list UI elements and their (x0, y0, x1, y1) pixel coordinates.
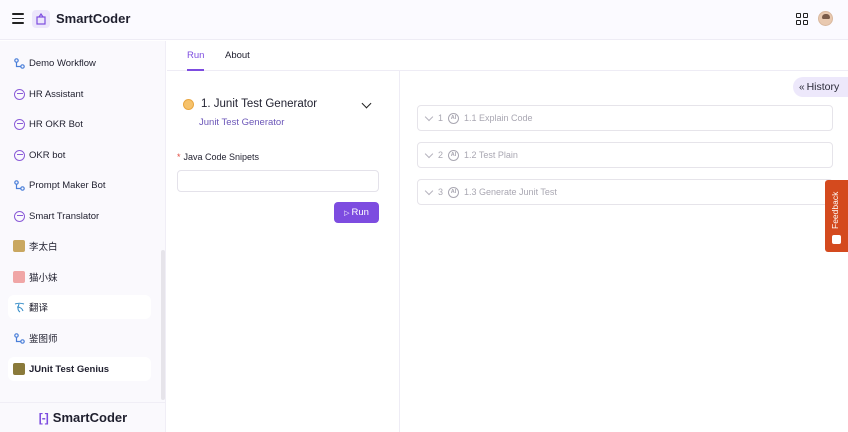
workflow-icon (13, 179, 25, 191)
ai-icon: AI (448, 112, 460, 124)
sidebar-item-label: 李太白 (29, 242, 58, 253)
step-label: 1.2 Test Plain (464, 150, 518, 160)
top-bar: SmartCoder (0, 0, 848, 40)
translate-icon (13, 301, 25, 313)
sidebar-item-label: 猫小妹 (29, 273, 58, 284)
workflow-icon (13, 332, 25, 344)
feedback-icon (832, 235, 841, 244)
java-code-input[interactable] (177, 170, 379, 192)
sidebar-item-label: HR OKR Bot (29, 118, 83, 130)
sidebar-item-label: Prompt Maker Bot (29, 179, 106, 191)
java-code-field-label: * Java Code Snipets (177, 152, 260, 162)
step-label: 1.1 Explain Code (464, 113, 533, 123)
workflow-subtitle: Junit Test Generator (199, 117, 285, 128)
required-mark: * (177, 152, 181, 162)
chat-bot-icon (13, 210, 25, 222)
workflow-input-panel: 1. Junit Test Generator Junit Test Gener… (167, 71, 400, 432)
sidebar-item-label: 鉴图师 (29, 334, 58, 345)
sidebar-item-demo-workflow[interactable]: Demo Workflow (8, 51, 151, 75)
brand-mark-icon: [-] (38, 410, 49, 425)
sidebar-item-junit-test-genius[interactable]: JUnit Test Genius (8, 357, 151, 381)
chevron-down-icon (424, 186, 434, 195)
ai-icon: AI (448, 149, 460, 161)
tab-about[interactable]: About (225, 50, 250, 61)
sidebar-item-label: 翻译 (29, 303, 49, 314)
feedback-tab[interactable]: Feedback (825, 180, 848, 252)
sidebar-item-label: JUnit Test Genius (29, 363, 110, 375)
run-button[interactable]: ▷ Run (334, 202, 379, 223)
app-brand: SmartCoder (56, 11, 131, 26)
sidebar-item-hr-assistant[interactable]: HR Assistant (8, 82, 151, 106)
step-item[interactable]: 1 AI 1.1 Explain Code (417, 105, 833, 131)
workflow-icon (13, 57, 25, 69)
sidebar-item-label: Smart Translator (29, 210, 100, 222)
step-label: 1.3 Generate Junit Test (464, 187, 557, 197)
footer-brand: SmartCoder (52, 410, 128, 425)
chevron-down-icon[interactable] (361, 98, 372, 109)
double-chevron-left-icon: « (799, 81, 805, 93)
sidebar-item-okr-bot[interactable]: OKR bot (8, 143, 151, 167)
menu-icon[interactable] (12, 13, 24, 25)
chevron-down-icon (424, 112, 434, 121)
play-icon: ▷ (344, 209, 350, 217)
sidebar-item-prompt-maker-bot[interactable]: Prompt Maker Bot (8, 173, 151, 197)
sidebar-item-jiantushi[interactable]: 鉴图师 (8, 326, 151, 350)
sidebar-item-smart-translator[interactable]: Smart Translator (8, 204, 151, 228)
chat-bot-icon (13, 88, 25, 100)
footer-logo: [-] SmartCoder (0, 402, 166, 432)
sidebar-item-fanyi[interactable]: 翻译 (8, 295, 151, 319)
user-avatar[interactable] (818, 11, 833, 26)
chevron-down-icon (424, 149, 434, 158)
sidebar-item-hr-okr-bot[interactable]: HR OKR Bot (8, 112, 151, 136)
workflow-title: 1. Junit Test Generator (201, 98, 318, 110)
step-item[interactable]: 2 AI 1.2 Test Plain (417, 142, 833, 168)
step-item[interactable]: 3 AI 1.3 Generate Junit Test (417, 179, 833, 205)
image-avatar (13, 363, 25, 375)
history-button[interactable]: «History (793, 77, 848, 97)
logo-icon (32, 10, 50, 28)
sidebar-scrollbar[interactable] (161, 250, 165, 400)
workflow-step-icon (183, 99, 194, 110)
sidebar-item-label: OKR bot (29, 149, 66, 161)
sidebar-item-label: Demo Workflow (29, 57, 96, 69)
sidebar-item-label: HR Assistant (29, 88, 84, 100)
image-avatar (13, 240, 25, 252)
chat-bot-icon (13, 118, 25, 130)
feedback-label: Feedback (830, 191, 840, 229)
sidebar-item-mao-xiaomei[interactable]: 猫小妹 (8, 265, 151, 289)
sidebar: Demo Workflow HR Assistant HR OKR Bot OK… (0, 41, 166, 432)
sidebar-item-li-taibai[interactable]: 李太白 (8, 234, 151, 258)
tab-bar: Run About (167, 41, 848, 71)
chat-bot-icon (13, 149, 25, 161)
image-avatar (13, 271, 25, 283)
ai-icon: AI (448, 186, 460, 198)
apps-grid-icon[interactable] (796, 13, 808, 25)
tab-run[interactable]: Run (187, 50, 204, 61)
